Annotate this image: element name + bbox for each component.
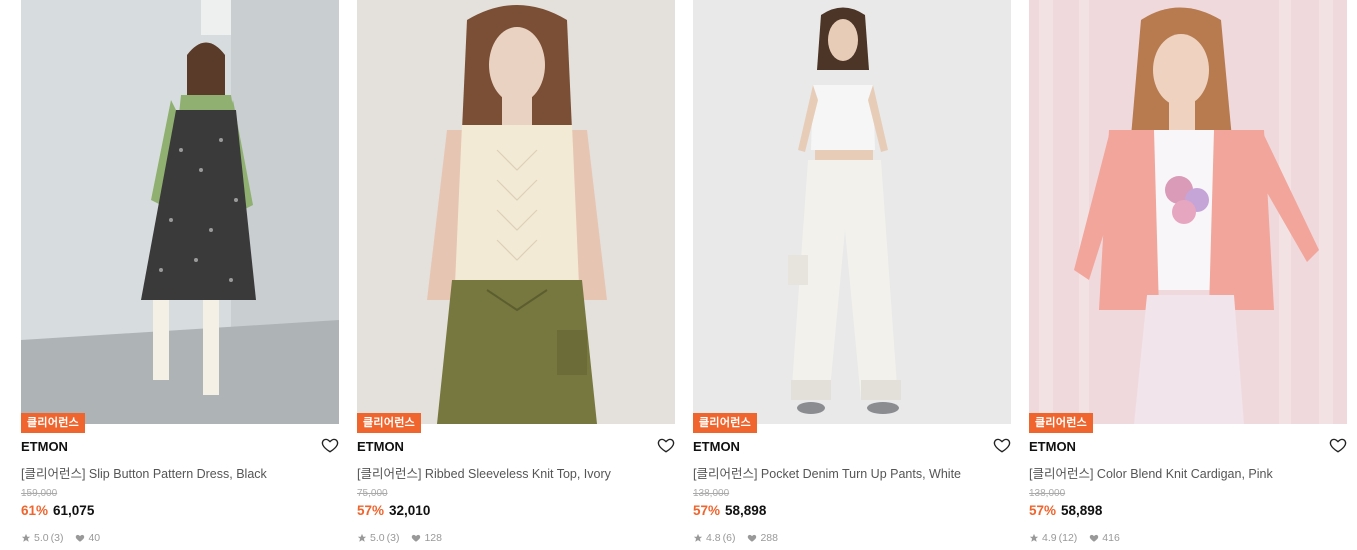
product-photo-denim-pants [693,0,1011,424]
like-count: 288 [760,532,778,544]
sale-price: 58,898 [725,503,767,518]
review-count: (6) [722,532,736,544]
like-button[interactable] [1329,436,1347,454]
clearance-badge: 클리어런스 [693,413,758,433]
star-icon [1029,533,1039,542]
sale-price: 61,075 [53,503,95,518]
original-price: 75,000 [357,488,388,499]
star-icon [693,533,703,542]
heart-filled-icon [748,534,757,542]
product-image[interactable] [21,0,339,424]
like-count: 40 [88,532,101,544]
price-row: 57% 32,010 [357,503,430,518]
product-image[interactable] [357,0,675,424]
product-title[interactable]: [클리어런스] Slip Button Pattern Dress, Black [21,463,321,482]
product-title[interactable]: [클리어런스] Color Blend Knit Cardigan, Pink [1029,463,1329,482]
heart-filled-icon [1090,534,1099,542]
product-meta: 5.0 (3) 128 [357,532,444,544]
rating-value: 4.9 [1042,532,1057,544]
product-grid: 클리어런스 ETMON [클리어런스] Slip Button Pattern … [21,0,1347,550]
discount-rate: 57% [1029,503,1057,518]
original-price: 159,000 [21,488,58,499]
brand-name[interactable]: ETMON [21,439,68,454]
like-count: 416 [1102,532,1120,544]
sale-price: 58,898 [1061,503,1103,518]
rating-value: 4.8 [706,532,721,544]
product-image[interactable] [693,0,1011,424]
rating-value: 5.0 [34,532,49,544]
rating-value: 5.0 [370,532,385,544]
like-button[interactable] [657,436,675,454]
price-row: 61% 61,075 [21,503,94,518]
heart-filled-icon [412,534,421,542]
brand-name[interactable]: ETMON [1029,439,1076,454]
heart-outline-icon [321,438,339,453]
product-card[interactable]: 클리어런스 ETMON [클리어런스] Slip Button Pattern … [21,0,339,550]
product-title[interactable]: [클리어런스] Pocket Denim Turn Up Pants, Whit… [693,463,993,482]
product-title[interactable]: [클리어런스] Ribbed Sleeveless Knit Top, Ivor… [357,463,657,482]
original-price: 138,000 [693,488,730,499]
like-count: 128 [424,532,442,544]
clearance-badge: 클리어런스 [357,413,422,433]
review-count: (3) [386,532,400,544]
product-photo-knit-top [357,0,675,424]
heart-outline-icon [657,438,675,453]
product-image[interactable] [1029,0,1347,424]
price-row: 57% 58,898 [693,503,766,518]
discount-rate: 61% [21,503,49,518]
sale-price: 32,010 [389,503,431,518]
review-count: (3) [50,532,64,544]
product-meta: 4.9 (12) 416 [1029,532,1122,544]
brand-name[interactable]: ETMON [693,439,740,454]
clearance-badge: 클리어런스 [21,413,86,433]
product-card[interactable]: 클리어런스 ETMON [클리어런스] Ribbed Sleeveless Kn… [357,0,675,550]
product-photo-dress [21,0,339,424]
review-count: (12) [1058,532,1078,544]
star-icon [357,533,367,542]
price-row: 57% 58,898 [1029,503,1102,518]
product-card[interactable]: 클리어런스 ETMON [클리어런스] Color Blend Knit Car… [1029,0,1347,550]
heart-filled-icon [76,534,85,542]
like-button[interactable] [993,436,1011,454]
product-photo-cardigan [1029,0,1347,424]
clearance-badge: 클리어런스 [1029,413,1094,433]
discount-rate: 57% [357,503,385,518]
discount-rate: 57% [693,503,721,518]
brand-name[interactable]: ETMON [357,439,404,454]
heart-outline-icon [993,438,1011,453]
like-button[interactable] [321,436,339,454]
product-meta: 4.8 (6) 288 [693,532,780,544]
original-price: 138,000 [1029,488,1066,499]
product-card[interactable]: 클리어런스 ETMON [클리어런스] Pocket Denim Turn Up… [693,0,1011,550]
product-meta: 5.0 (3) 40 [21,532,102,544]
heart-outline-icon [1329,438,1347,453]
star-icon [21,533,31,542]
